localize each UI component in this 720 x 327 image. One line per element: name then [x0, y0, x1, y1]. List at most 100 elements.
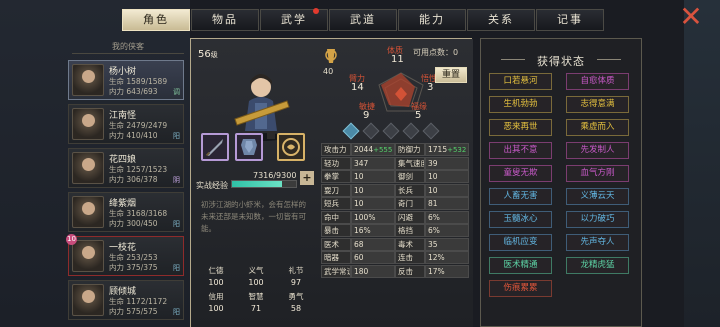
exp-bar-fill [232, 181, 283, 187]
hero-card-yang[interactable]: 杨小树 生命 1589/1589 内力 643/693 调 [68, 60, 184, 100]
stat-label: 奇门 [395, 197, 425, 210]
hero-list-header: 我的侠客 [72, 40, 184, 54]
hero-card-yizhihua[interactable]: 10 一枝花 生命 253/253 内力 375/375 阳 [66, 234, 184, 276]
hero-avatar [72, 284, 104, 316]
character-panel: 56级 7316/9300 实战经验 + 初涉江湖的小虾米，会有怎样的未来还部是… [190, 38, 473, 327]
tab-martial-arts[interactable]: 武学 [260, 8, 328, 31]
virtue-value: 100 [208, 278, 224, 287]
status-effect[interactable]: 乘虚而入 [566, 119, 629, 136]
stat-label: 毒术 [395, 237, 425, 251]
armor-icon [241, 139, 257, 155]
stat-row: 短兵 10 奇门 81 [321, 197, 469, 210]
status-effect[interactable]: 生机勃勃 [489, 96, 552, 113]
virtue-label: 勇气 [288, 292, 304, 301]
equip-slot-accessory[interactable] [277, 133, 305, 161]
stat-value: 180 [351, 264, 395, 278]
stat-label: 武学常识 [321, 264, 351, 278]
hero-card-hua[interactable]: 花四娘 生命 1257/1523 内力 306/378 阴 [68, 148, 184, 188]
equip-slot-armor[interactable] [235, 133, 263, 161]
stat-label: 暗器 [321, 251, 351, 264]
hero-avatar [72, 152, 104, 184]
status-effect[interactable]: 出其不意 [489, 142, 552, 159]
exp-label: 实战经验 [196, 181, 228, 190]
stat-row: 医术 68 毒术 35 [321, 237, 469, 251]
tab-journal[interactable]: 记事 [536, 9, 604, 31]
stat-value: 16% [351, 224, 395, 237]
hero-avatar [72, 240, 104, 272]
tab-label: 记事 [557, 13, 583, 26]
status-effect[interactable]: 童叟无欺 [489, 165, 552, 182]
attr-value-comprehension: 3 [427, 82, 434, 93]
virtue-stat: 仁德 100 [201, 265, 231, 287]
status-effect[interactable]: 伤痕累累 [489, 280, 552, 297]
virtue-label: 智慧 [248, 292, 264, 301]
stat-bonus: +532 [447, 146, 467, 154]
achievement-value: 40 [323, 67, 334, 76]
hero-tag: 调 [173, 88, 180, 96]
attr-value-strength: 14 [351, 82, 364, 93]
close-button[interactable]: ✕ [678, 3, 704, 31]
hero-mp: 内力 575/575 [109, 307, 158, 316]
status-effect[interactable]: 恶来再世 [489, 119, 552, 136]
hero-tag: 阳 [173, 308, 180, 316]
available-points: 可用点数：0 [413, 48, 459, 57]
stat-row: 武学常识 180 反击 17% [321, 264, 469, 278]
status-effect[interactable]: 临机应变 [489, 234, 552, 251]
tab-martial-path[interactable]: 武道 [329, 9, 397, 31]
stat-label: 集气速度 [395, 156, 425, 170]
stat-value: 100% [351, 210, 395, 224]
status-effect[interactable]: 以力破巧 [566, 211, 629, 228]
virtue-stat: 勇气 58 [281, 291, 311, 313]
stat-row: 暗器 60 连击 12% [321, 251, 469, 264]
exp-add-button[interactable]: + [300, 171, 314, 185]
reset-button[interactable]: 重置 [435, 67, 467, 83]
status-effect[interactable]: 血气方刚 [566, 165, 629, 182]
stat-value: 68 [351, 237, 395, 251]
hero-card-jiang-ziyan[interactable]: 绛紫烟 生命 3168/3168 内力 300/450 阳 [68, 192, 184, 232]
stat-value: 10 [425, 170, 469, 183]
stat-value: 1715+532 [425, 143, 469, 156]
hero-avatar [72, 64, 104, 96]
virtue-value: 100 [248, 278, 264, 287]
close-icon: ✕ [679, 0, 703, 33]
status-effect[interactable]: 口若悬河 [489, 73, 552, 90]
hero-card-gu[interactable]: 顾倾城 生命 1172/1172 内力 575/575 阳 [68, 280, 184, 320]
status-effect[interactable]: 义薄云天 [566, 188, 629, 205]
stat-value: 2044+555 [351, 143, 395, 156]
stat-label: 耍刀 [321, 183, 351, 197]
attr-value-constitution: 11 [391, 54, 404, 65]
tab-items[interactable]: 物品 [191, 9, 259, 31]
virtue-label: 礼节 [288, 266, 304, 275]
status-effect[interactable]: 玉髓冰心 [489, 211, 552, 228]
stat-label: 反击 [395, 264, 425, 278]
virtue-label: 义气 [248, 266, 264, 275]
hero-card-jiang[interactable]: 江南怪 生命 2479/2479 内力 410/410 阳 [68, 104, 184, 144]
title-divider [597, 59, 621, 60]
virtue-value: 71 [250, 304, 262, 313]
tab-abilities[interactable]: 能力 [398, 9, 466, 31]
character-portrait [234, 74, 290, 141]
tab-label: 关系 [488, 13, 514, 26]
tab-label: 物品 [212, 13, 238, 26]
status-effect[interactable]: 人畜无害 [489, 188, 552, 205]
hero-tag: 阴 [173, 176, 180, 184]
hero-avatar [72, 196, 104, 228]
tab-label: 角色 [143, 13, 169, 26]
status-effect[interactable]: 龙精虎猛 [566, 257, 629, 274]
virtue-label: 信用 [208, 292, 224, 301]
equip-slot-sword[interactable] [201, 133, 229, 161]
right-backdrop [684, 0, 720, 327]
level-value: 56 [198, 49, 211, 60]
status-effect[interactable]: 自愈体质 [566, 73, 629, 90]
status-effect[interactable]: 先发制人 [566, 142, 629, 159]
stat-label: 攻击力 [321, 143, 351, 156]
status-effect[interactable]: 医术精通 [489, 257, 552, 274]
stat-value: 10 [425, 183, 469, 197]
status-effect[interactable]: 先声夺人 [566, 234, 629, 251]
stat-label: 长兵 [395, 183, 425, 197]
tab-relations[interactable]: 关系 [467, 9, 535, 31]
virtue-label: 仁德 [208, 266, 224, 275]
status-effect[interactable]: 志得意满 [566, 96, 629, 113]
tab-character[interactable]: 角色 [122, 9, 190, 31]
virtue-stat: 义气 100 [241, 265, 271, 287]
